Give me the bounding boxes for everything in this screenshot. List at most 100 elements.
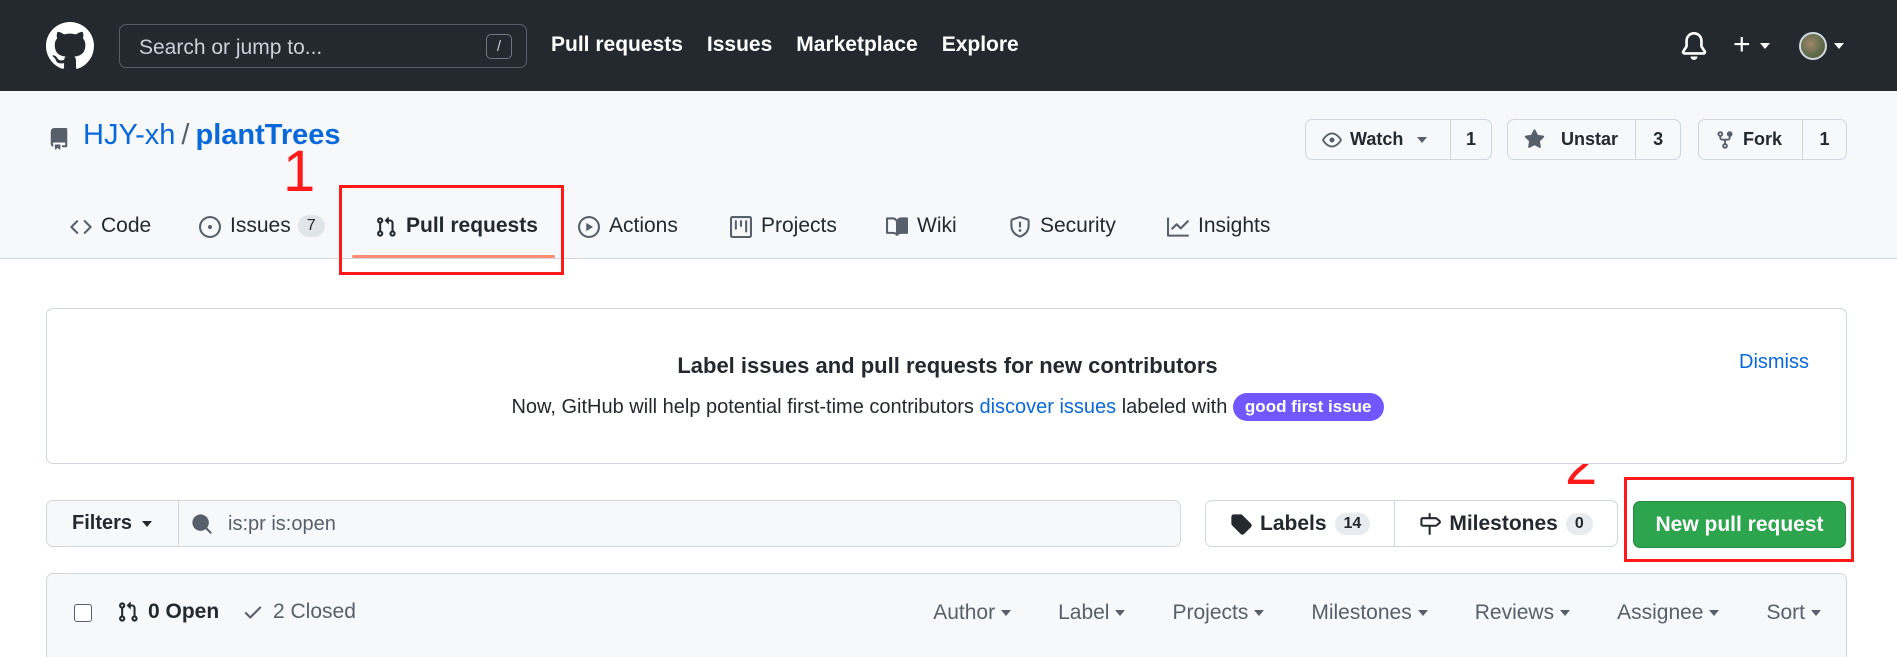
- tab-code[interactable]: Code: [70, 208, 151, 258]
- play-icon: [578, 216, 600, 238]
- search-placeholder: Search or jump to...: [139, 36, 323, 59]
- milestones-button[interactable]: Milestones 0: [1395, 501, 1616, 546]
- select-all-checkbox[interactable]: [74, 604, 92, 622]
- author-filter[interactable]: Author: [933, 601, 1012, 625]
- watch-button-group: Watch 1: [1305, 119, 1492, 160]
- git-pull-request-icon: [119, 601, 138, 622]
- label-caret-icon: [1115, 610, 1126, 616]
- tab-wiki[interactable]: Wiki: [886, 208, 957, 258]
- projects-caret-icon: [1254, 610, 1265, 616]
- nav-marketplace[interactable]: Marketplace: [796, 33, 917, 57]
- table-icon: [730, 216, 752, 238]
- repo-separator: /: [181, 119, 190, 151]
- bell-icon[interactable]: [1680, 32, 1708, 60]
- tab-projects[interactable]: Projects: [730, 208, 837, 258]
- reviews-filter[interactable]: Reviews: [1474, 601, 1571, 625]
- milestones-caret-icon: [1417, 610, 1428, 616]
- labels-button[interactable]: Labels 14: [1206, 501, 1396, 546]
- tab-actions[interactable]: Actions: [578, 208, 678, 258]
- repo-name-link[interactable]: plantTrees: [195, 119, 340, 151]
- pr-search-input[interactable]: is:pr is:open: [178, 500, 1181, 547]
- search-icon: [192, 514, 212, 534]
- code-icon: [70, 220, 92, 234]
- create-new-caret-icon[interactable]: [1760, 43, 1770, 49]
- reviews-caret-icon: [1560, 610, 1571, 616]
- star-button-group: Unstar 3: [1507, 119, 1681, 160]
- tab-security-label: Security: [1040, 214, 1116, 237]
- star-count[interactable]: 3: [1636, 120, 1680, 159]
- tab-code-label: Code: [101, 214, 152, 237]
- open-count-label: 0 Open: [148, 600, 220, 623]
- banner-body-middle: labeled with: [1116, 396, 1233, 418]
- tab-issues-count: 7: [297, 215, 325, 237]
- tab-insights[interactable]: Insights: [1167, 208, 1270, 258]
- filters-label: Filters: [72, 512, 133, 534]
- tab-security[interactable]: Security: [1009, 208, 1116, 258]
- projects-filter-label: Projects: [1172, 601, 1249, 624]
- labels-label: Labels: [1260, 511, 1327, 535]
- milestones-label: Milestones: [1449, 511, 1558, 535]
- nav-issues[interactable]: Issues: [707, 33, 772, 57]
- repo-icon: [50, 128, 68, 150]
- label-filter[interactable]: Label: [1058, 601, 1126, 625]
- fork-count[interactable]: 1: [1803, 120, 1846, 159]
- milestones-filter[interactable]: Milestones: [1311, 601, 1428, 625]
- global-nav: Pull requests Issues Marketplace Explore: [551, 33, 1019, 57]
- tab-projects-label: Projects: [761, 214, 837, 237]
- author-filter-label: Author: [933, 601, 996, 624]
- closed-filter-link[interactable]: 2 Closed: [242, 600, 356, 624]
- label-filter-label: Label: [1058, 601, 1110, 624]
- watch-caret-icon: [1417, 136, 1428, 143]
- watch-button[interactable]: Watch: [1306, 120, 1451, 159]
- annotation-number-1: 1: [283, 139, 316, 204]
- sort-filter-label: Sort: [1766, 601, 1805, 624]
- book-icon: [886, 217, 908, 236]
- user-avatar[interactable]: [1799, 32, 1827, 60]
- issue-opened-icon: [199, 216, 221, 238]
- fork-button[interactable]: Fork: [1699, 120, 1803, 159]
- search-query: is:pr is:open: [228, 513, 336, 535]
- create-new-plus-icon[interactable]: +: [1733, 30, 1751, 60]
- milestones-count: 0: [1565, 512, 1593, 535]
- banner-title: Label issues and pull requests for new c…: [677, 353, 1218, 378]
- projects-filter[interactable]: Projects: [1172, 601, 1265, 625]
- new-pull-request-button[interactable]: New pull request: [1633, 501, 1846, 548]
- nav-pull-requests[interactable]: Pull requests: [551, 33, 683, 57]
- assignee-filter-label: Assignee: [1617, 601, 1704, 624]
- banner-body-prefix: Now, GitHub will help potential first-ti…: [511, 396, 980, 418]
- global-search-input[interactable]: Search or jump to... /: [119, 24, 527, 68]
- shield-icon: [1010, 216, 1030, 238]
- nav-explore[interactable]: Explore: [942, 33, 1019, 57]
- reviews-filter-label: Reviews: [1474, 601, 1555, 624]
- good-first-issue-label[interactable]: good first issue: [1232, 393, 1384, 421]
- sort-filters: Author Label Projects Milestones Reviews…: [933, 601, 1821, 625]
- tag-icon: [1231, 513, 1252, 535]
- fork-button-group: Fork 1: [1698, 119, 1847, 160]
- watch-count[interactable]: 1: [1451, 120, 1491, 159]
- global-header: Search or jump to... / Pull requests Iss…: [0, 0, 1897, 91]
- assignee-filter[interactable]: Assignee: [1617, 601, 1720, 625]
- graph-icon: [1167, 217, 1189, 237]
- pr-list-header: 0 Open 2 Closed Author Label Projects Mi…: [46, 573, 1847, 657]
- discover-issues-link[interactable]: discover issues: [979, 396, 1116, 418]
- contributors-banner: Label issues and pull requests for new c…: [46, 308, 1847, 464]
- avatar-caret-icon[interactable]: [1834, 43, 1844, 49]
- unstar-button[interactable]: Unstar: [1508, 120, 1637, 159]
- github-logo-icon[interactable]: [46, 22, 94, 70]
- sort-caret-icon: [1811, 610, 1821, 616]
- dismiss-link[interactable]: Dismiss: [1739, 351, 1809, 374]
- labels-milestones-group: Labels 14 Milestones 0: [1205, 500, 1618, 547]
- milestone-icon: [1420, 512, 1442, 535]
- watch-label: Watch: [1350, 129, 1404, 149]
- filters-button[interactable]: Filters: [46, 500, 179, 547]
- tab-wiki-label: Wiki: [917, 214, 957, 237]
- search-shortcut-key: /: [486, 34, 512, 59]
- annotation-box-pull-requests: [339, 185, 564, 275]
- sort-filter[interactable]: Sort: [1766, 601, 1821, 625]
- fork-label: Fork: [1743, 129, 1783, 149]
- repo-owner-link[interactable]: HJY-xh: [83, 119, 175, 151]
- tab-actions-label: Actions: [609, 214, 678, 237]
- open-filter-link[interactable]: 0 Open: [117, 600, 219, 624]
- banner-body: Now, GitHub will help potential first-ti…: [47, 393, 1848, 421]
- tab-issues[interactable]: Issues 7: [199, 208, 325, 258]
